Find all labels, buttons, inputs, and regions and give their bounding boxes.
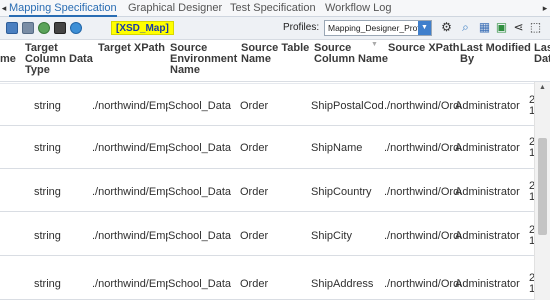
- cell-source-xpath: ./northwind/Orde: [384, 186, 461, 198]
- profiles-label: Profiles:: [283, 22, 320, 33]
- profiles-select[interactable]: Mapping_Designer_Profi ▼: [324, 20, 432, 36]
- cell-data-type: string: [34, 230, 61, 242]
- tab-scroll-right-icon[interactable]: ▸: [541, 2, 549, 14]
- cell-environment: School_Data: [168, 186, 231, 198]
- cell-source-xpath: ./northwind/Orde: [384, 278, 461, 290]
- tab-scroll-left-icon[interactable]: ◂: [0, 2, 8, 14]
- cell-table: Order: [240, 186, 269, 198]
- table-row[interactable]: string ./northwind/Empl School_Data Orde…: [0, 126, 534, 169]
- cell-target-xpath: ./northwind/Empl: [92, 230, 168, 242]
- cell-environment: School_Data: [168, 142, 231, 154]
- column-header-last-modified-by[interactable]: Last Modified By: [460, 43, 531, 65]
- scroll-up-icon[interactable]: ▲: [535, 82, 550, 94]
- cell-environment: School_Data: [168, 100, 231, 112]
- scrollbar-thumb[interactable]: [538, 138, 547, 235]
- cell-source-xpath: ./northwind/Orde: [384, 100, 461, 112]
- excel-icon[interactable]: ▣: [495, 21, 508, 34]
- cell-target-xpath: ./northwind/Empl: [92, 278, 168, 290]
- cell-table: Order: [240, 278, 269, 290]
- cell-table: Order: [240, 230, 269, 242]
- cell-source-xpath: ./northwind/Orde: [384, 142, 461, 154]
- toolbar: [XSD_Map] Profiles: Mapping_Designer_Pro…: [0, 17, 550, 40]
- cell-column: ShipCountry: [311, 186, 372, 198]
- grid-header: me Target Column Data Type Target XPath …: [0, 40, 550, 82]
- refresh-icon[interactable]: [70, 22, 82, 34]
- table-row[interactable]: string ./northwind/Empl School_Data Orde…: [0, 169, 534, 212]
- tab-mapping-specification[interactable]: Mapping Specification: [9, 0, 117, 17]
- column-header-source-xpath[interactable]: Source XPath: [388, 43, 460, 54]
- export-icon[interactable]: ▦: [478, 21, 491, 34]
- column-header-target-data-type[interactable]: Target Column Data Type: [25, 43, 93, 76]
- cell-modified-by: Administrator: [455, 142, 520, 154]
- column-header-last-date[interactable]: Las Dat: [534, 43, 550, 65]
- globe-icon[interactable]: [38, 22, 50, 34]
- cell-modified-by: Administrator: [455, 186, 520, 198]
- cell-environment: School_Data: [168, 230, 231, 242]
- cell-environment: School_Data: [168, 278, 231, 290]
- map-name-badge: [XSD_Map]: [111, 21, 174, 35]
- cell-target-xpath: ./northwind/Empl: [92, 100, 168, 112]
- gear-icon[interactable]: ⚙: [440, 21, 453, 34]
- cell-column: ShipPostalCode: [311, 100, 383, 112]
- cell-column: ShipName: [311, 142, 363, 154]
- column-header-target-xpath[interactable]: Target XPath: [98, 43, 165, 54]
- cell-data-type: string: [34, 142, 61, 154]
- chevron-down-icon[interactable]: ▼: [418, 21, 431, 35]
- table-row[interactable]: string ./northwind/Empl School_Data Orde…: [0, 83, 534, 126]
- grid-icon[interactable]: [22, 22, 34, 34]
- column-header-source-environment[interactable]: Source Environment Name: [170, 43, 237, 76]
- cell-source-xpath: ./northwind/Orde: [384, 230, 461, 242]
- tab-graphical-designer[interactable]: Graphical Designer: [128, 0, 222, 17]
- column-header-source-table[interactable]: Source Table Name: [241, 43, 309, 65]
- cell-target-xpath: ./northwind/Empl: [92, 142, 168, 154]
- table-row[interactable]: string ./northwind/Empl School_Data Orde…: [0, 213, 534, 256]
- edit-icon[interactable]: [6, 22, 18, 34]
- cell-modified-by: Administrator: [455, 100, 520, 112]
- tab-test-specification[interactable]: Test Specification: [230, 0, 316, 17]
- cell-modified-by: Administrator: [455, 230, 520, 242]
- cell-column: ShipCity: [311, 230, 352, 242]
- cell-modified-by: Administrator: [455, 278, 520, 290]
- tab-workflow-log[interactable]: Workflow Log: [325, 0, 391, 17]
- profiles-value: Mapping_Designer_Profi: [328, 23, 418, 33]
- cell-table: Order: [240, 142, 269, 154]
- table-row[interactable]: string ./northwind/Empl School_Data Orde…: [0, 257, 534, 300]
- cell-table: Order: [240, 100, 269, 112]
- cell-target-xpath: ./northwind/Empl: [92, 186, 168, 198]
- vertical-scrollbar[interactable]: ▲: [534, 82, 550, 300]
- search-icon[interactable]: ⌕: [459, 21, 472, 34]
- grid-body: string ./northwind/Empl School_Data Orde…: [0, 83, 534, 300]
- calculator-icon[interactable]: [54, 22, 66, 34]
- maximize-icon[interactable]: ⬚: [529, 21, 542, 34]
- tab-bar: ◂ Mapping Specification Graphical Design…: [0, 0, 550, 17]
- share-icon[interactable]: ⋖: [512, 21, 525, 34]
- cell-data-type: string: [34, 100, 61, 112]
- cell-data-type: string: [34, 278, 61, 290]
- cell-data-type: string: [34, 186, 61, 198]
- sort-indicator-icon: ▼: [371, 41, 378, 48]
- column-header-name[interactable]: me: [0, 54, 16, 65]
- cell-column: ShipAddress: [311, 278, 374, 290]
